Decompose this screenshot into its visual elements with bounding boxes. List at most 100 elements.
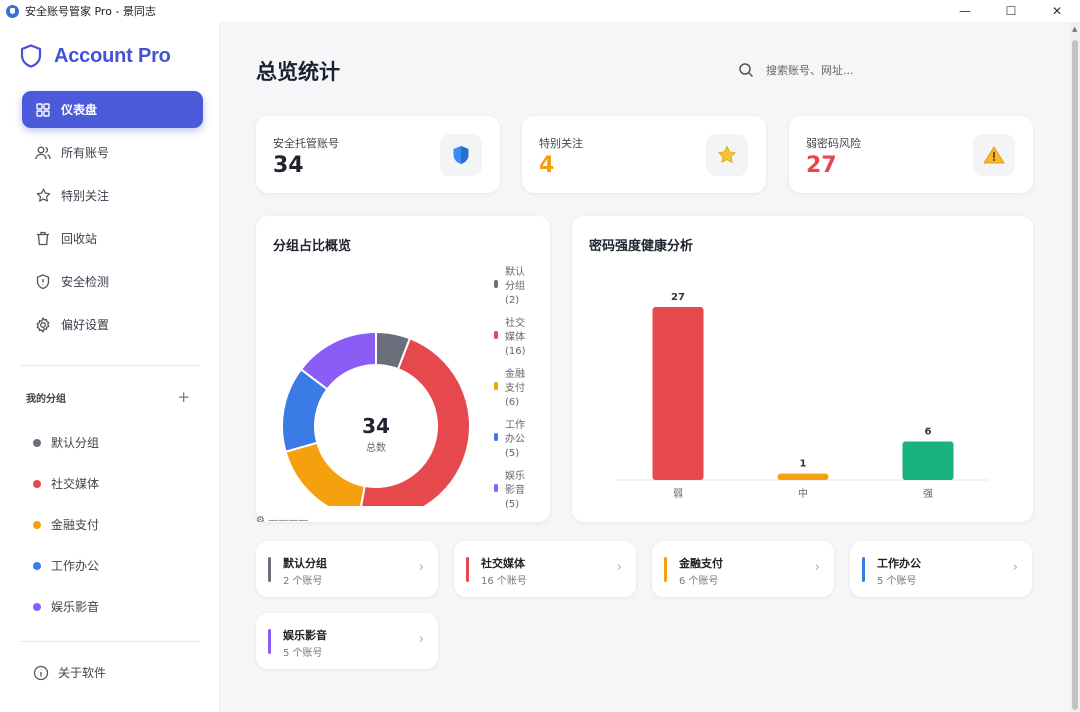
chevron-right-icon: › [418,632,424,647]
group-color-dot [33,479,41,488]
stat-badge [440,134,482,176]
donut-slice-3[interactable] [284,441,366,506]
group-card-name: 金融支付 [679,557,723,570]
minimize-button[interactable]: — [942,0,988,22]
nav-label: 所有账号 [61,146,110,160]
bar-1[interactable] [652,307,704,480]
search-bar[interactable] [738,58,958,82]
donut-title: 分组占比概览 [273,239,352,254]
bar-category-label: 中 [798,487,808,500]
legend-label: 默认分组 (2) [505,266,529,308]
scroll-thumb[interactable] [1072,40,1078,710]
sidebar-group-entertainment[interactable]: 娱乐影音 [33,586,99,627]
stat-label: 弱密码风险 [806,137,861,150]
about-label: 关于软件 [58,666,107,680]
close-button[interactable]: ✕ [1034,0,1080,22]
nav-item-favorites[interactable]: 特别关注 [22,177,203,214]
legend-item: 娱乐影音 (5) [494,470,529,512]
legend-count: (6) [505,397,520,408]
vertical-scrollbar[interactable]: ▲ [1070,22,1080,712]
nav-label: 偏好设置 [61,318,110,332]
bar-value-label: 1 [800,459,807,470]
group-card-default[interactable]: 默认分组 2 个账号 › [256,541,438,597]
group-label: 工作办公 [51,559,100,573]
group-card-finance[interactable]: 金融支付 6 个账号 › [652,541,834,597]
chevron-right-icon: › [814,560,820,575]
search-input[interactable] [766,63,946,77]
nav-item-security-check[interactable]: 安全检测 [22,263,203,300]
bar-2[interactable] [777,473,829,480]
group-card-name: 工作办公 [877,557,921,570]
app-icon [6,4,19,18]
sidebar-divider [20,641,200,642]
clipped-section-heading: ⚙ ———— [256,515,309,522]
legend-item: 工作办公 (5) [494,419,529,461]
group-color-bar [268,557,271,582]
bar-value-label: 6 [925,427,932,438]
group-distribution-panel: 分组占比概览 34 总数 默认分组 (2) 社交媒体 (16) 金融支付 (6) 工作办公(… [256,216,550,522]
star-icon [718,146,736,163]
donut-legend: 默认分组 (2) 社交媒体 (16) 金融支付 (6) 工作办公 (5) 娱乐影音 (5) [494,266,529,521]
nav-item-trash[interactable]: 回收站 [22,220,203,257]
group-color-bar [862,557,865,582]
stat-card-weak-passwords: 弱密码风险 27 [789,116,1033,193]
sidebar-group-default[interactable]: 默认分组 [33,422,99,463]
maximize-button[interactable]: ☐ [988,0,1034,22]
legend-count: (5) [505,499,520,510]
stat-card-accounts: 安全托管账号 34 [256,116,500,193]
legend-swatch [494,280,498,288]
about-button[interactable]: 关于软件 [33,664,106,681]
group-color-bar [466,557,469,582]
nav-label: 仪表盘 [61,103,98,117]
users-icon [34,144,52,162]
legend-count: (2) [505,295,520,306]
group-list: 默认分组 社交媒体 金融支付 工作办公 娱乐影音 [33,422,99,627]
groups-title: 我的分组 [26,393,66,405]
group-color-dot [33,438,41,447]
brand[interactable]: Account Pro [20,44,171,68]
group-card-social[interactable]: 社交媒体 16 个账号 › [454,541,636,597]
group-card-work[interactable]: 工作办公 5 个账号 › [850,541,1032,597]
bar-value-label: 27 [671,292,685,303]
stat-label: 特别关注 [539,137,583,150]
legend-item: 社交媒体 (16) [494,317,529,359]
sidebar-group-finance[interactable]: 金融支付 [33,504,99,545]
trash-icon [34,230,52,248]
group-card-count: 2 个账号 [283,576,323,587]
legend-label: 金融支付 (6) [505,368,529,410]
page-title: 总览统计 [256,60,340,84]
legend-label: 工作办公 (5) [505,419,529,461]
legend-swatch [494,433,498,441]
stat-value: 34 [273,153,304,178]
group-label: 金融支付 [51,518,100,532]
group-card-count: 5 个账号 [283,648,323,659]
nav-label: 特别关注 [61,189,110,203]
star-icon [34,187,52,205]
chevron-right-icon: › [418,560,424,575]
password-strength-panel: 密码强度健康分析 27 弱 1 中 6 强 [572,216,1033,522]
nav-item-all-accounts[interactable]: 所有账号 [22,134,203,171]
sidebar-group-social[interactable]: 社交媒体 [33,463,99,504]
grid-icon [34,101,52,119]
shield-alert-icon [34,273,52,291]
nav-item-dashboard[interactable]: 仪表盘 [22,91,203,128]
group-card-entertainment[interactable]: 娱乐影音 5 个账号 › [256,613,438,669]
add-group-button[interactable]: + [177,388,190,406]
group-card-name: 娱乐影音 [283,629,327,642]
nav-item-preferences[interactable]: 偏好设置 [22,306,203,343]
bar-3[interactable] [902,441,954,480]
shield-icon [453,146,469,164]
legend-count: (5) [505,448,520,459]
donut-chart: 34 总数 [281,330,471,506]
group-card-count: 5 个账号 [877,576,917,587]
stat-value: 4 [539,153,555,178]
scroll-up-arrow-icon[interactable]: ▲ [1072,25,1077,33]
sidebar-divider [20,365,200,366]
group-card-count: 6 个账号 [679,576,719,587]
chevron-right-icon: › [1012,560,1018,575]
brand-name: Account Pro [54,44,171,67]
sidebar-group-work[interactable]: 工作办公 [33,545,99,586]
window-title: 安全账号管家 Pro - 景同志 [25,5,156,18]
nav-label: 安全检测 [61,275,110,289]
group-label: 默认分组 [51,436,100,450]
